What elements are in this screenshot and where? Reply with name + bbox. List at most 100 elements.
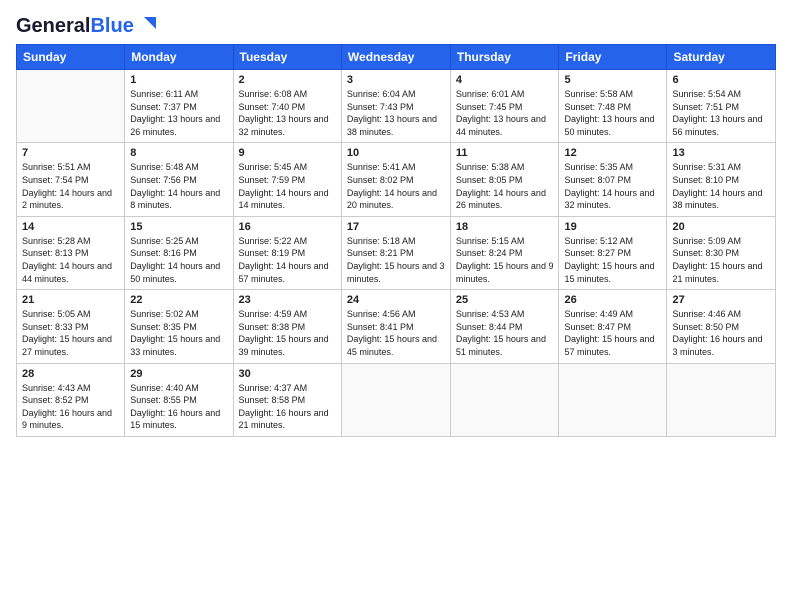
sunrise-text: Sunrise: 6:01 AM [456, 89, 525, 99]
calendar-week-row: 21 Sunrise: 5:05 AM Sunset: 8:33 PM Dayl… [17, 290, 776, 363]
day-header-tuesday: Tuesday [233, 45, 341, 70]
sunrise-text: Sunrise: 6:04 AM [347, 89, 416, 99]
daylight-text: Daylight: 13 hours and 38 minutes. [347, 114, 437, 137]
cell-content: Sunrise: 5:22 AM Sunset: 8:19 PM Dayligh… [239, 235, 336, 285]
daylight-text: Daylight: 15 hours and 51 minutes. [456, 334, 546, 357]
calendar-cell [450, 363, 559, 436]
sunrise-text: Sunrise: 5:28 AM [22, 236, 91, 246]
cell-content: Sunrise: 5:51 AM Sunset: 7:54 PM Dayligh… [22, 161, 119, 211]
cell-content: Sunrise: 5:15 AM Sunset: 8:24 PM Dayligh… [456, 235, 554, 285]
daylight-text: Daylight: 16 hours and 3 minutes. [672, 334, 762, 357]
sunrise-text: Sunrise: 5:51 AM [22, 162, 91, 172]
cell-content: Sunrise: 5:25 AM Sunset: 8:16 PM Dayligh… [130, 235, 227, 285]
calendar-cell: 6 Sunrise: 5:54 AM Sunset: 7:51 PM Dayli… [667, 70, 776, 143]
cell-content: Sunrise: 6:01 AM Sunset: 7:45 PM Dayligh… [456, 88, 554, 138]
daylight-text: Daylight: 13 hours and 26 minutes. [130, 114, 220, 137]
daylight-text: Daylight: 15 hours and 9 minutes. [456, 261, 554, 284]
daylight-text: Daylight: 14 hours and 44 minutes. [22, 261, 112, 284]
calendar-cell: 27 Sunrise: 4:46 AM Sunset: 8:50 PM Dayl… [667, 290, 776, 363]
sunset-text: Sunset: 7:48 PM [564, 102, 631, 112]
sunset-text: Sunset: 8:07 PM [564, 175, 631, 185]
sunset-text: Sunset: 7:59 PM [239, 175, 306, 185]
day-number: 13 [672, 147, 770, 159]
day-header-thursday: Thursday [450, 45, 559, 70]
calendar-cell: 18 Sunrise: 5:15 AM Sunset: 8:24 PM Dayl… [450, 216, 559, 289]
day-number: 12 [564, 147, 661, 159]
sunset-text: Sunset: 8:52 PM [22, 395, 89, 405]
sunrise-text: Sunrise: 5:12 AM [564, 236, 633, 246]
sunset-text: Sunset: 7:45 PM [456, 102, 523, 112]
calendar-cell: 20 Sunrise: 5:09 AM Sunset: 8:30 PM Dayl… [667, 216, 776, 289]
day-number: 24 [347, 294, 445, 306]
calendar-cell [341, 363, 450, 436]
cell-content: Sunrise: 5:31 AM Sunset: 8:10 PM Dayligh… [672, 161, 770, 211]
calendar-cell: 1 Sunrise: 6:11 AM Sunset: 7:37 PM Dayli… [125, 70, 233, 143]
sunset-text: Sunset: 8:41 PM [347, 322, 414, 332]
day-number: 20 [672, 221, 770, 233]
day-number: 4 [456, 74, 554, 86]
daylight-text: Daylight: 15 hours and 21 minutes. [672, 261, 762, 284]
day-number: 10 [347, 147, 445, 159]
sunset-text: Sunset: 8:02 PM [347, 175, 414, 185]
sunset-text: Sunset: 8:50 PM [672, 322, 739, 332]
day-header-friday: Friday [559, 45, 667, 70]
cell-content: Sunrise: 5:54 AM Sunset: 7:51 PM Dayligh… [672, 88, 770, 138]
sunrise-text: Sunrise: 5:18 AM [347, 236, 416, 246]
daylight-text: Daylight: 13 hours and 56 minutes. [672, 114, 762, 137]
daylight-text: Daylight: 13 hours and 44 minutes. [456, 114, 546, 137]
sunset-text: Sunset: 7:37 PM [130, 102, 197, 112]
day-number: 21 [22, 294, 119, 306]
daylight-text: Daylight: 14 hours and 20 minutes. [347, 188, 437, 211]
calendar-cell: 8 Sunrise: 5:48 AM Sunset: 7:56 PM Dayli… [125, 143, 233, 216]
cell-content: Sunrise: 4:43 AM Sunset: 8:52 PM Dayligh… [22, 382, 119, 432]
day-header-wednesday: Wednesday [341, 45, 450, 70]
sunset-text: Sunset: 8:47 PM [564, 322, 631, 332]
sunrise-text: Sunrise: 5:35 AM [564, 162, 633, 172]
calendar-cell: 29 Sunrise: 4:40 AM Sunset: 8:55 PM Dayl… [125, 363, 233, 436]
daylight-text: Daylight: 13 hours and 32 minutes. [239, 114, 329, 137]
cell-content: Sunrise: 5:18 AM Sunset: 8:21 PM Dayligh… [347, 235, 445, 285]
calendar-cell: 4 Sunrise: 6:01 AM Sunset: 7:45 PM Dayli… [450, 70, 559, 143]
sunset-text: Sunset: 8:58 PM [239, 395, 306, 405]
sunrise-text: Sunrise: 5:48 AM [130, 162, 199, 172]
sunrise-text: Sunrise: 5:05 AM [22, 309, 91, 319]
sunrise-text: Sunrise: 4:40 AM [130, 383, 199, 393]
sunrise-text: Sunrise: 5:31 AM [672, 162, 741, 172]
sunset-text: Sunset: 7:54 PM [22, 175, 89, 185]
calendar-cell: 10 Sunrise: 5:41 AM Sunset: 8:02 PM Dayl… [341, 143, 450, 216]
calendar-cell: 5 Sunrise: 5:58 AM Sunset: 7:48 PM Dayli… [559, 70, 667, 143]
calendar-cell [559, 363, 667, 436]
sunrise-text: Sunrise: 5:54 AM [672, 89, 741, 99]
calendar-cell: 19 Sunrise: 5:12 AM Sunset: 8:27 PM Dayl… [559, 216, 667, 289]
day-number: 14 [22, 221, 119, 233]
calendar-cell: 22 Sunrise: 5:02 AM Sunset: 8:35 PM Dayl… [125, 290, 233, 363]
cell-content: Sunrise: 5:35 AM Sunset: 8:07 PM Dayligh… [564, 161, 661, 211]
calendar-cell [17, 70, 125, 143]
cell-content: Sunrise: 5:28 AM Sunset: 8:13 PM Dayligh… [22, 235, 119, 285]
calendar-cell: 25 Sunrise: 4:53 AM Sunset: 8:44 PM Dayl… [450, 290, 559, 363]
logo: GeneralBlue [16, 16, 158, 36]
cell-content: Sunrise: 5:48 AM Sunset: 7:56 PM Dayligh… [130, 161, 227, 211]
cell-content: Sunrise: 5:38 AM Sunset: 8:05 PM Dayligh… [456, 161, 554, 211]
day-header-sunday: Sunday [17, 45, 125, 70]
sunset-text: Sunset: 7:56 PM [130, 175, 197, 185]
day-number: 27 [672, 294, 770, 306]
page-header: GeneralBlue [16, 16, 776, 36]
sunrise-text: Sunrise: 5:22 AM [239, 236, 308, 246]
cell-content: Sunrise: 4:37 AM Sunset: 8:58 PM Dayligh… [239, 382, 336, 432]
sunrise-text: Sunrise: 4:53 AM [456, 309, 525, 319]
sunset-text: Sunset: 7:40 PM [239, 102, 306, 112]
cell-content: Sunrise: 4:49 AM Sunset: 8:47 PM Dayligh… [564, 308, 661, 358]
sunset-text: Sunset: 8:24 PM [456, 248, 523, 258]
calendar-cell: 21 Sunrise: 5:05 AM Sunset: 8:33 PM Dayl… [17, 290, 125, 363]
day-number: 19 [564, 221, 661, 233]
calendar-cell: 24 Sunrise: 4:56 AM Sunset: 8:41 PM Dayl… [341, 290, 450, 363]
sunrise-text: Sunrise: 5:25 AM [130, 236, 199, 246]
calendar-header-row: SundayMondayTuesdayWednesdayThursdayFrid… [17, 45, 776, 70]
daylight-text: Daylight: 15 hours and 33 minutes. [130, 334, 220, 357]
sunrise-text: Sunrise: 6:08 AM [239, 89, 308, 99]
sunset-text: Sunset: 8:30 PM [672, 248, 739, 258]
day-number: 8 [130, 147, 227, 159]
sunrise-text: Sunrise: 4:59 AM [239, 309, 308, 319]
daylight-text: Daylight: 14 hours and 2 minutes. [22, 188, 112, 211]
